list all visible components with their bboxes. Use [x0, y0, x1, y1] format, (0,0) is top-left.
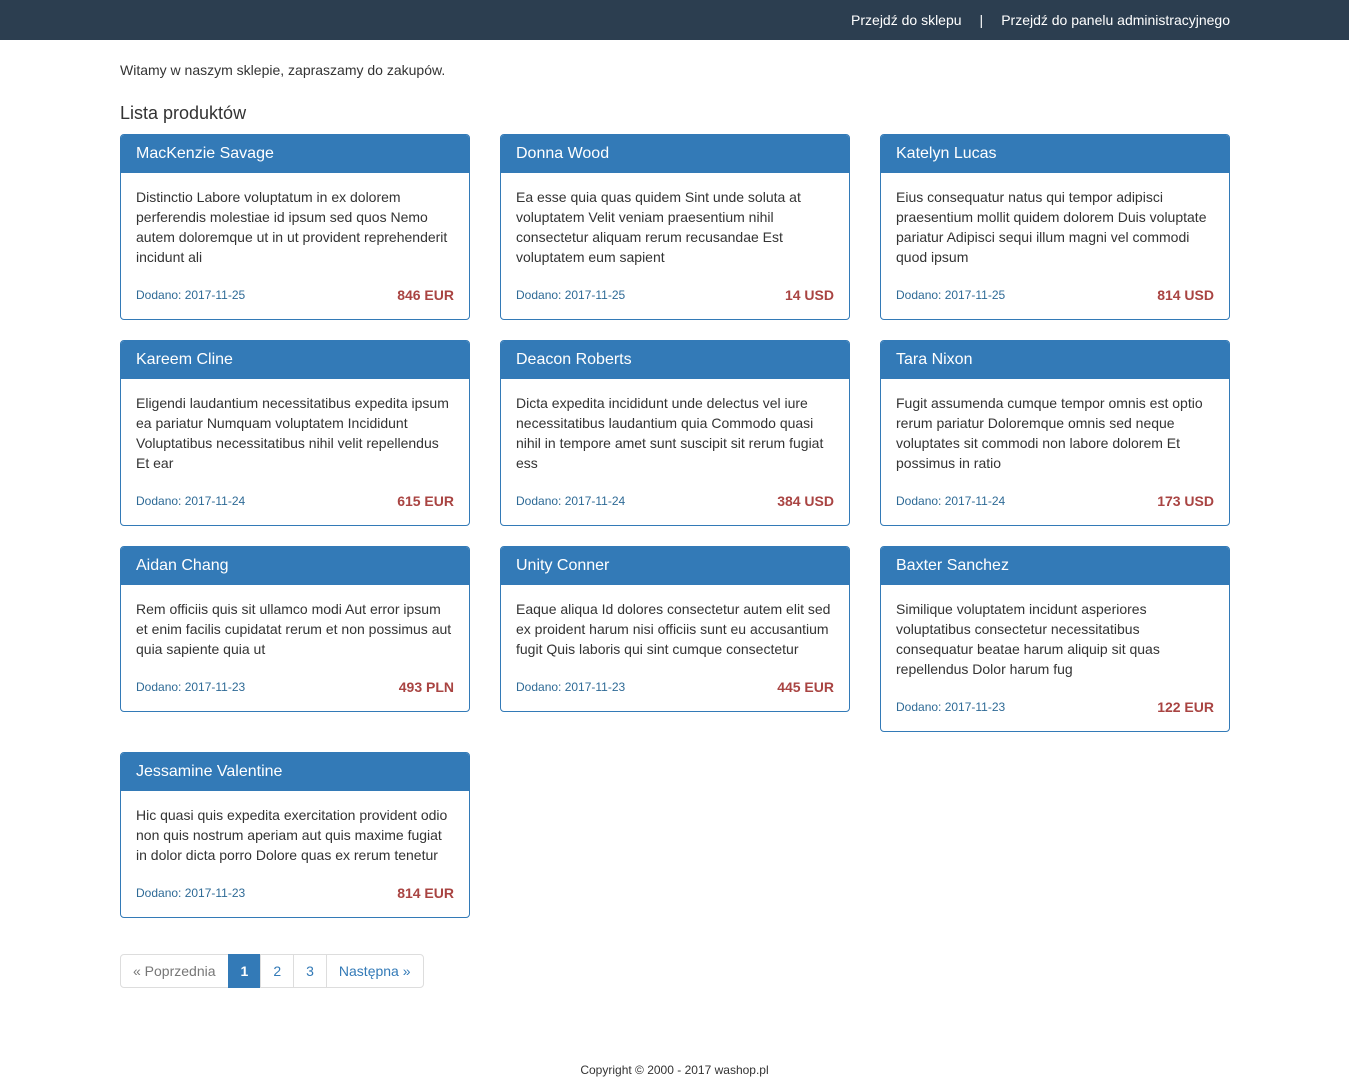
go-to-shop-link[interactable]: Przejdź do sklepu — [851, 12, 962, 28]
product-list-title: Lista produktów — [120, 103, 247, 123]
product-description: Dicta expedita incididunt unde delectus … — [516, 395, 824, 471]
product-description: Similique voluptatem incidunt asperiores… — [896, 601, 1160, 677]
product-description: Distinctio Labore voluptatum in ex dolor… — [136, 189, 448, 265]
product-name[interactable]: Jessamine Valentine — [121, 753, 469, 791]
product-name[interactable]: Unity Conner — [501, 547, 849, 585]
product-description: Eligendi laudantium necessitatibus exped… — [136, 395, 449, 471]
product-description: Rem officiis quis sit ullamco modi Aut e… — [136, 601, 452, 657]
top-nav-links: Przejdź do sklepu | Przejdź do panelu ad… — [851, 0, 1230, 40]
product-price: 384 USD — [777, 493, 834, 509]
product-date: Dodano: 2017-11-23 — [136, 886, 246, 900]
pagination-page-1[interactable]: 1 — [227, 954, 262, 988]
product-date: Dodano: 2017-11-23 — [516, 680, 626, 694]
product-price: 846 EUR — [397, 287, 454, 303]
product-name[interactable]: Tara Nixon — [881, 341, 1229, 379]
product-price: 14 USD — [784, 287, 834, 303]
product-description: Eaque aliqua Id dolores consectetur aute… — [516, 601, 831, 657]
nav-separator: | — [979, 12, 984, 28]
product-name[interactable]: Baxter Sanchez — [881, 547, 1229, 585]
product-card[interactable]: MacKenzie Savage Distinctio Labore volup… — [120, 134, 470, 320]
product-name[interactable]: Katelyn Lucas — [881, 135, 1229, 173]
product-grid: MacKenzie Savage Distinctio Labore volup… — [120, 134, 1230, 918]
product-description: Hic quasi quis expedita exercitation pro… — [136, 807, 448, 863]
product-date: Dodano: 2017-11-23 — [136, 680, 246, 694]
welcome-text: Witamy w naszym sklepie, zapraszamy do z… — [120, 62, 446, 78]
pagination-previous[interactable]: « Poprzednia — [120, 954, 229, 988]
product-card[interactable]: Aidan Chang Rem officiis quis sit ullamc… — [120, 546, 470, 712]
product-description: Fugit assumenda cumque tempor omnis est … — [896, 395, 1203, 471]
pagination-page-2[interactable]: 2 — [260, 954, 295, 988]
product-name[interactable]: Deacon Roberts — [501, 341, 849, 379]
product-date: Dodano: 2017-11-24 — [516, 494, 626, 508]
product-card[interactable]: Jessamine Valentine Hic quasi quis exped… — [120, 752, 470, 918]
product-name[interactable]: Aidan Chang — [121, 547, 469, 585]
product-date: Dodano: 2017-11-23 — [896, 700, 1006, 714]
product-date: Dodano: 2017-11-25 — [516, 288, 626, 302]
go-to-admin-panel-link[interactable]: Przejdź do panelu administracyjnego — [1001, 12, 1230, 28]
product-name[interactable]: Donna Wood — [501, 135, 849, 173]
product-card[interactable]: Baxter Sanchez Similique voluptatem inci… — [880, 546, 1230, 732]
top-navbar: Przejdź do sklepu | Przejdź do panelu ad… — [0, 0, 1349, 40]
product-card[interactable]: Kareem Cline Eligendi laudantium necessi… — [120, 340, 470, 526]
product-price: 173 USD — [1157, 493, 1214, 509]
product-date: Dodano: 2017-11-24 — [896, 494, 1006, 508]
product-name[interactable]: Kareem Cline — [121, 341, 469, 379]
footer-copyright: Copyright © 2000 - 2017 washop.pl — [580, 1063, 769, 1077]
pagination-next[interactable]: Następna » — [325, 954, 424, 988]
product-card[interactable]: Unity Conner Eaque aliqua Id dolores con… — [500, 546, 850, 712]
product-card[interactable]: Tara Nixon Fugit assumenda cumque tempor… — [880, 340, 1230, 526]
product-name[interactable]: MacKenzie Savage — [121, 135, 469, 173]
product-date: Dodano: 2017-11-25 — [896, 288, 1006, 302]
product-price: 445 EUR — [777, 679, 834, 695]
pagination: « Poprzednia 1 2 3 Następna » — [120, 954, 424, 988]
product-price: 814 USD — [1157, 287, 1214, 303]
product-card[interactable]: Katelyn Lucas Eius consequatur natus qui… — [880, 134, 1230, 320]
product-price: 122 EUR — [1157, 699, 1214, 715]
pagination-page-3[interactable]: 3 — [293, 954, 327, 988]
product-price: 814 EUR — [397, 885, 454, 901]
product-price: 615 EUR — [397, 493, 454, 509]
product-date: Dodano: 2017-11-25 — [136, 288, 246, 302]
product-card[interactable]: Donna Wood Ea esse quia quas quidem Sint… — [500, 134, 850, 320]
product-price: 493 PLN — [398, 679, 454, 695]
product-date: Dodano: 2017-11-24 — [136, 494, 246, 508]
product-description: Ea esse quia quas quidem Sint unde solut… — [516, 189, 801, 265]
product-description: Eius consequatur natus qui tempor adipis… — [896, 189, 1207, 265]
product-card[interactable]: Deacon Roberts Dicta expedita incididunt… — [500, 340, 850, 526]
